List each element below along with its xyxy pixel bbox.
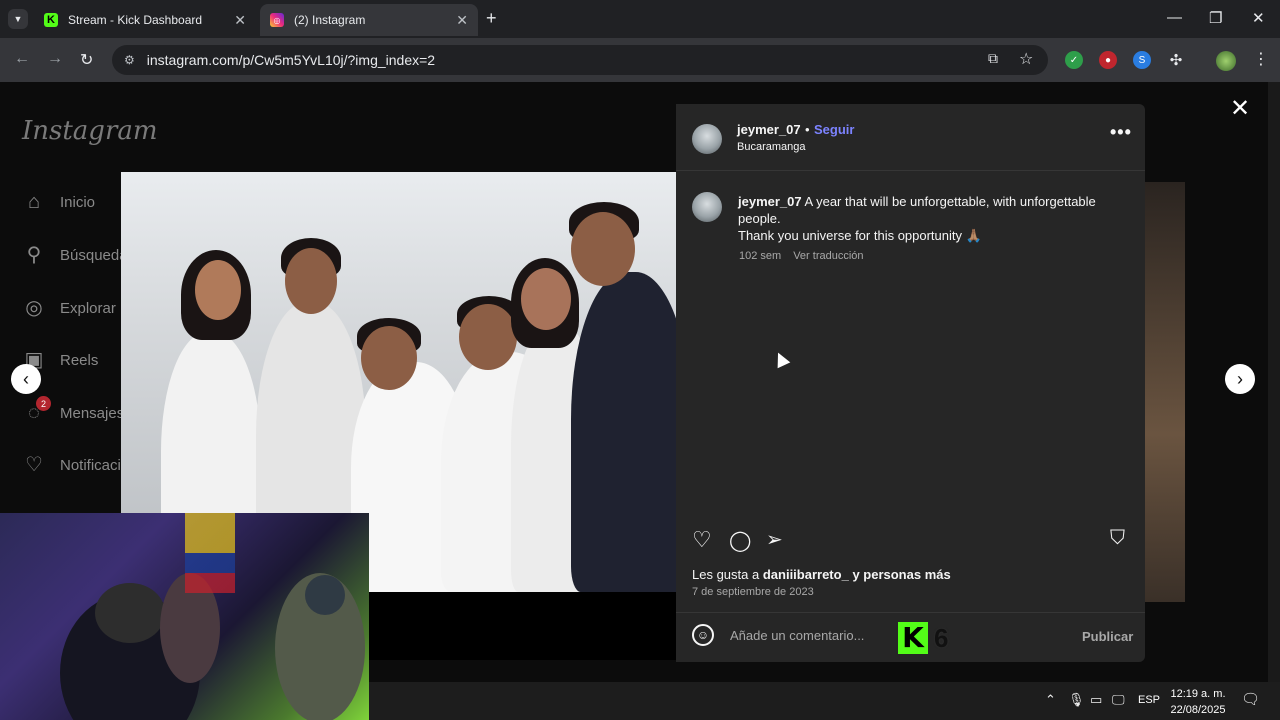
photo-face xyxy=(571,212,635,286)
divider xyxy=(676,612,1145,613)
install-app-icon[interactable]: ⧉ xyxy=(988,50,998,67)
clock[interactable]: 12:19 a. m. 22/08/2025 xyxy=(1170,686,1226,718)
site-info-icon[interactable]: ⚙ xyxy=(124,53,135,67)
more-options-icon[interactable]: ••• xyxy=(1110,122,1132,143)
shield-extension-icon[interactable]: ✓ xyxy=(1065,51,1083,69)
emoji-icon[interactable]: ☺ xyxy=(692,624,714,646)
post-location[interactable]: Bucaramanga xyxy=(737,141,806,153)
photo-face xyxy=(521,268,571,330)
search-icon: ⚲ xyxy=(26,244,42,266)
webcam-head xyxy=(305,575,345,615)
clock-date: 22/08/2025 xyxy=(1170,704,1226,716)
tab-instagram[interactable]: ◎ (2) Instagram ✕ xyxy=(260,4,478,36)
sidebar-item-inicio[interactable]: ⌂ Inicio xyxy=(22,190,95,214)
record-extension-icon[interactable]: ● xyxy=(1099,51,1117,69)
compass-icon: ◎ xyxy=(25,297,43,319)
background-photo xyxy=(1145,182,1185,602)
notifications-icon[interactable]: 🗨 xyxy=(1241,690,1260,708)
close-post-icon[interactable]: ✕ xyxy=(1230,94,1250,123)
page-scrollbar[interactable] xyxy=(1268,82,1280,682)
back-icon[interactable]: ← xyxy=(14,50,30,68)
sidebar-item-busqueda[interactable]: ⚲ Búsqueda xyxy=(22,243,128,267)
restore-icon[interactable]: ❐ xyxy=(1209,9,1222,27)
language-indicator[interactable]: ESP xyxy=(1138,694,1160,706)
reload-icon[interactable]: ↻ xyxy=(80,50,93,70)
browser-menu-icon[interactable]: ⋮ xyxy=(1253,49,1269,69)
photo-face xyxy=(195,260,241,320)
home-icon: ⌂ xyxy=(27,191,41,213)
sidebar-item-label: Explorar xyxy=(60,299,116,317)
tab-title: (2) Instagram xyxy=(294,13,366,27)
caption-username[interactable]: jeymer_07 xyxy=(738,194,802,209)
heart-icon: ♡ xyxy=(25,454,43,476)
extensions-puzzle-icon[interactable]: ✣ xyxy=(1167,51,1185,69)
url-text: instagram.com/p/Cw5m5YvL10j/?img_index=2 xyxy=(146,52,436,68)
webcam-flag xyxy=(185,513,235,593)
window-close-icon[interactable]: ✕ xyxy=(1252,9,1265,27)
photo-face xyxy=(361,326,417,390)
sidebar-item-label: Inicio xyxy=(60,193,96,211)
caption-text-line2: Thank you universe for this opportunity … xyxy=(738,228,982,243)
tab-kick-dashboard[interactable]: K Stream - Kick Dashboard ✕ xyxy=(34,4,256,36)
kick-favicon-icon: K xyxy=(44,13,58,27)
next-post-button[interactable]: › xyxy=(1225,364,1255,394)
separator-dot: • xyxy=(805,122,810,137)
kick-logo: K xyxy=(898,622,928,654)
webcam-overlay xyxy=(0,513,369,720)
translate-extension-icon[interactable]: S xyxy=(1133,51,1151,69)
post-date[interactable]: 7 de septiembre de 2023 xyxy=(692,586,814,598)
post-detail-panel: jeymer_07 • Seguir Bucaramanga ••• jeyme… xyxy=(676,104,1145,662)
photo-bottom-area xyxy=(369,592,676,660)
webcam-cap xyxy=(95,583,165,643)
translate-link[interactable]: Ver traducción xyxy=(793,250,863,262)
close-tab-icon[interactable]: ✕ xyxy=(234,12,246,29)
post-age[interactable]: 102 sem xyxy=(739,250,781,262)
likes-prefix: Les gusta a xyxy=(692,567,760,582)
post-caption: jeymer_07 A year that will be unforgetta… xyxy=(738,193,1133,244)
close-tab-icon[interactable]: ✕ xyxy=(456,12,468,29)
minimize-icon[interactable]: — xyxy=(1167,9,1182,26)
caption-avatar[interactable] xyxy=(692,192,722,222)
author-username[interactable]: jeymer_07 xyxy=(737,122,801,137)
publish-button[interactable]: Publicar xyxy=(1082,629,1133,644)
tab-search-button[interactable]: ▼ xyxy=(8,9,28,29)
tray-chevron-icon[interactable]: ⌃ xyxy=(1045,692,1056,708)
battery-icon[interactable]: ▭ xyxy=(1090,692,1102,708)
photo-face xyxy=(285,248,337,314)
tab-title: Stream - Kick Dashboard xyxy=(68,13,203,27)
like-heart-icon[interactable]: ♡ xyxy=(692,527,712,553)
bookmark-star-icon[interactable]: ☆ xyxy=(1019,49,1033,69)
new-tab-button[interactable]: + xyxy=(486,8,497,29)
kick-overlay-widget: K 6 xyxy=(898,622,948,654)
microphone-icon[interactable]: 🎙 xyxy=(1068,692,1085,708)
clock-time: 12:19 a. m. xyxy=(1170,688,1226,700)
kick-count: 6 xyxy=(934,622,949,653)
instagram-logo[interactable]: Instagram xyxy=(22,116,158,146)
profile-avatar-icon[interactable] xyxy=(1216,51,1236,71)
likes-suffix[interactable]: y personas más xyxy=(852,567,950,582)
sidebar-item-explorar[interactable]: ◎ Explorar xyxy=(22,296,116,320)
likes-summary[interactable]: Les gusta a daniiibarreto_ y personas má… xyxy=(692,567,951,582)
author-avatar[interactable] xyxy=(692,124,722,154)
previous-post-button[interactable]: ‹ xyxy=(11,364,41,394)
follow-button[interactable]: Seguir xyxy=(814,122,854,137)
divider xyxy=(676,170,1145,171)
address-bar[interactable]: ⚙ instagram.com/p/Cw5m5YvL10j/?img_index… xyxy=(112,45,1048,75)
comment-icon[interactable]: ◯ xyxy=(729,528,751,553)
share-send-icon[interactable]: ➢ xyxy=(766,527,783,552)
instagram-favicon-icon: ◎ xyxy=(270,13,284,27)
network-icon[interactable]: 🖵 xyxy=(1112,692,1125,708)
sidebar-item-label: Mensajes xyxy=(60,404,125,422)
save-bookmark-icon[interactable]: ⛉ xyxy=(1110,527,1125,550)
sidebar-item-label: Reels xyxy=(60,351,99,369)
messages-badge: 2 xyxy=(36,396,51,411)
likes-user[interactable]: daniiibarreto_ xyxy=(763,567,849,582)
photo-person xyxy=(571,272,676,592)
sidebar-item-label: Búsqueda xyxy=(60,246,128,264)
caption-meta: 102 sem Ver traducción xyxy=(739,250,864,262)
photo-face xyxy=(459,304,517,370)
forward-icon[interactable]: → xyxy=(47,50,63,68)
